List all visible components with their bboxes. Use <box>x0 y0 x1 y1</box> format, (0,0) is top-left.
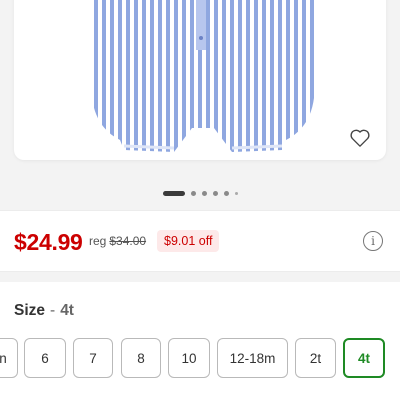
carousel-dot-active[interactable] <box>162 190 185 196</box>
size-option[interactable]: 2t <box>295 338 336 378</box>
selected-size: 4t <box>60 302 74 319</box>
regular-price-value: $34.00 <box>109 234 147 248</box>
size-option[interactable]: 7 <box>73 338 113 378</box>
product-image <box>92 0 314 152</box>
size-option[interactable]: 10 <box>168 338 210 378</box>
size-section: Size -4t n 6 7 8 10 12-18m 2t 4t <box>0 282 400 400</box>
savings-badge: $9.01 off <box>157 230 220 252</box>
size-option[interactable]: 8 <box>121 338 161 378</box>
price-info-button[interactable]: i <box>363 231 383 251</box>
regular-price: reg $34.00 <box>89 234 146 248</box>
size-option[interactable]: 6 <box>24 338 66 378</box>
size-option-selected[interactable]: 4t <box>343 338 385 378</box>
size-option[interactable]: 12-18m <box>217 338 288 378</box>
size-separator: - <box>50 302 56 319</box>
product-detail-screen: $24.99 reg $34.00 $9.01 off i Size -4t n 6… <box>0 0 400 400</box>
product-image-card[interactable] <box>14 0 386 160</box>
favorite-button[interactable] <box>348 126 372 150</box>
price-section: $24.99 reg $34.00 $9.01 off <box>0 210 400 272</box>
carousel-dot[interactable] <box>190 190 196 196</box>
carousel-dot[interactable] <box>234 191 238 195</box>
info-icon: i <box>371 234 375 248</box>
size-label: Size <box>14 302 46 319</box>
regular-price-label: reg <box>89 234 107 248</box>
carousel-dot[interactable] <box>201 190 207 196</box>
carousel-dots <box>0 189 400 197</box>
heart-icon <box>350 129 370 147</box>
current-price: $24.99 <box>14 229 83 255</box>
size-heading: Size -4t <box>14 302 74 320</box>
carousel-dot[interactable] <box>212 190 218 196</box>
carousel-dot[interactable] <box>223 190 229 196</box>
size-option[interactable]: n <box>0 338 18 378</box>
